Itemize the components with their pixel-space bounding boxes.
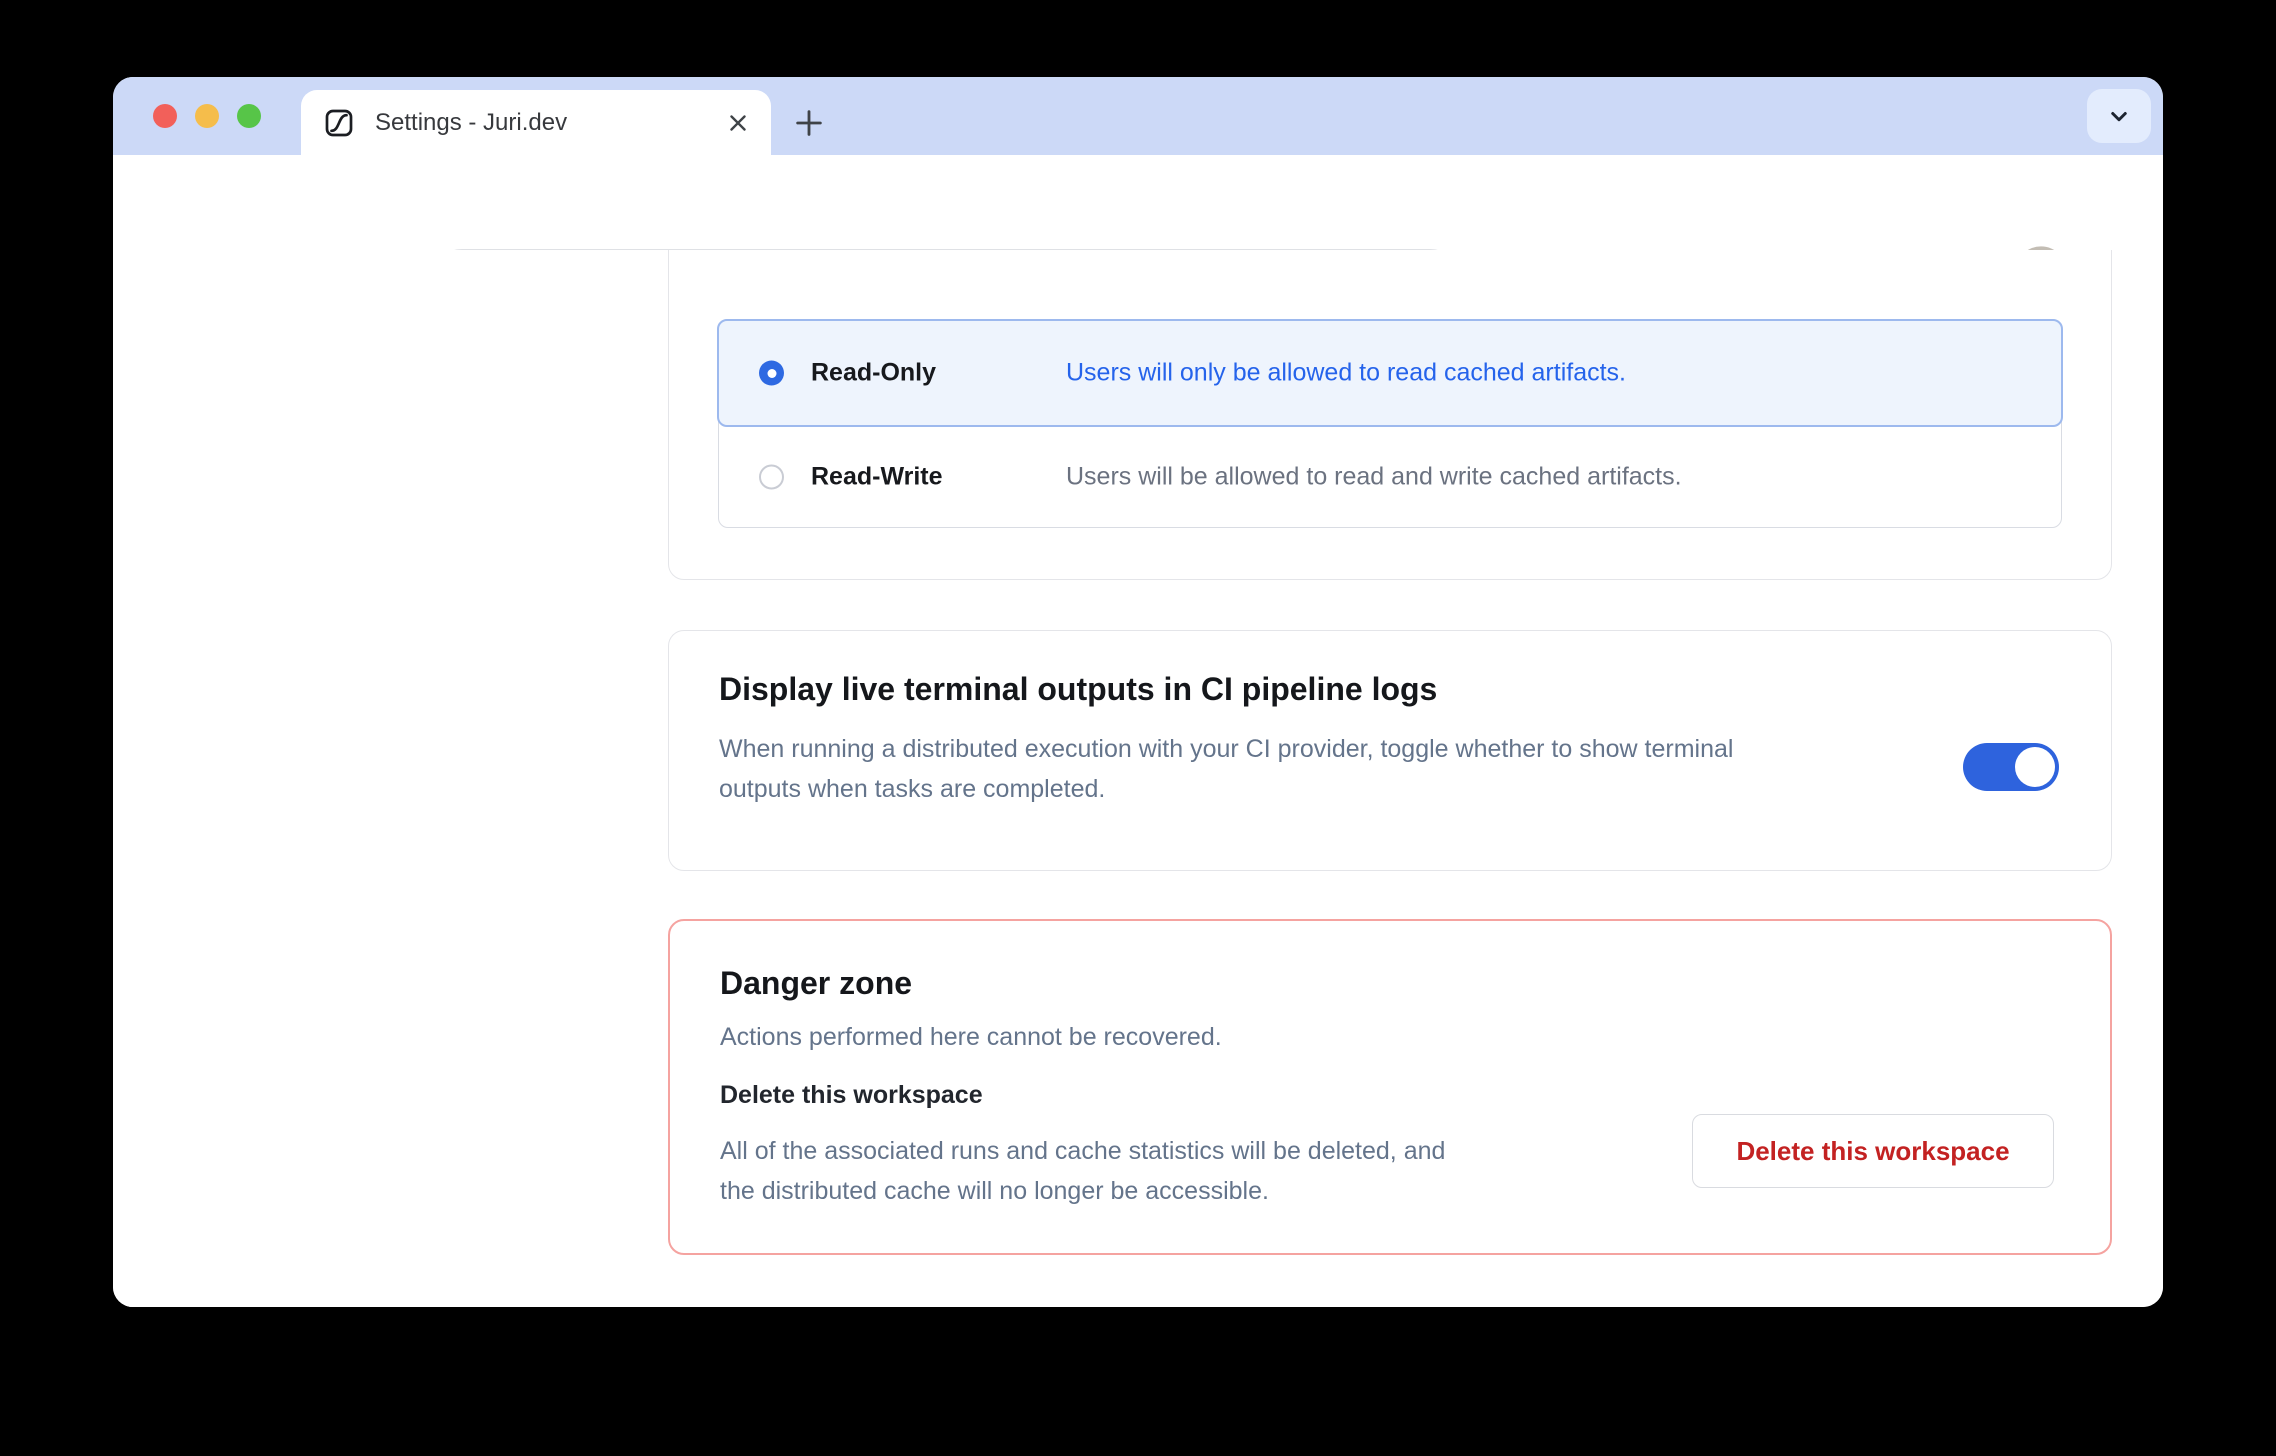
delete-workspace-button[interactable]: Delete this workspace [1692, 1114, 2054, 1188]
tab-title: Settings - Juri.dev [375, 109, 725, 137]
tab-strip: Settings - Juri.dev [113, 77, 2163, 155]
page-content: token? Learn more. Read-Write Users will… [113, 250, 2163, 1307]
read-write-description: Users will be allowed to read and write … [1066, 462, 1682, 491]
close-window-button[interactable] [153, 104, 177, 128]
terminal-outputs-card: Display live terminal outputs in CI pipe… [668, 630, 2112, 871]
read-only-label: Read-Only [811, 359, 936, 388]
access-scope-card: Read-Write Users will be allowed to read… [668, 250, 2112, 580]
read-write-label: Read-Write [811, 462, 943, 491]
delete-workspace-heading: Delete this workspace [720, 1081, 983, 1110]
terminal-outputs-toggle[interactable] [1963, 743, 2059, 791]
traffic-lights [153, 77, 261, 155]
danger-zone-card: Danger zone Actions performed here canno… [668, 919, 2112, 1255]
new-tab-button[interactable] [781, 95, 837, 151]
terminal-outputs-description: When running a distributed execution wit… [719, 729, 1733, 809]
minimize-window-button[interactable] [195, 104, 219, 128]
terminal-outputs-title: Display live terminal outputs in CI pipe… [719, 671, 1437, 708]
browser-window: Settings - Juri.dev [113, 77, 2163, 1307]
access-scope-radio-group: Read-Write Users will be allowed to read… [718, 320, 2062, 528]
delete-workspace-description: All of the associated runs and cache sta… [720, 1131, 1445, 1211]
read-write-radio[interactable] [759, 464, 784, 489]
tab-search-chevron-button[interactable] [2087, 89, 2151, 143]
danger-zone-title: Danger zone [720, 965, 912, 1002]
read-only-radio[interactable] [759, 361, 784, 386]
maximize-window-button[interactable] [237, 104, 261, 128]
browser-tab[interactable]: Settings - Juri.dev [301, 90, 771, 155]
read-only-description: Users will only be allowed to read cache… [1066, 359, 1626, 388]
chevron-down-icon [2104, 101, 2134, 131]
toggle-knob [2015, 747, 2055, 787]
tab-close-icon[interactable] [725, 110, 751, 136]
read-only-option-row[interactable]: Read-Only Users will only be allowed to … [717, 319, 2063, 427]
tab-favicon-nx-icon [321, 105, 357, 141]
danger-zone-subtitle: Actions performed here cannot be recover… [720, 1023, 1222, 1052]
read-write-option-row[interactable]: Read-Write Users will be allowed to read… [719, 426, 2061, 527]
